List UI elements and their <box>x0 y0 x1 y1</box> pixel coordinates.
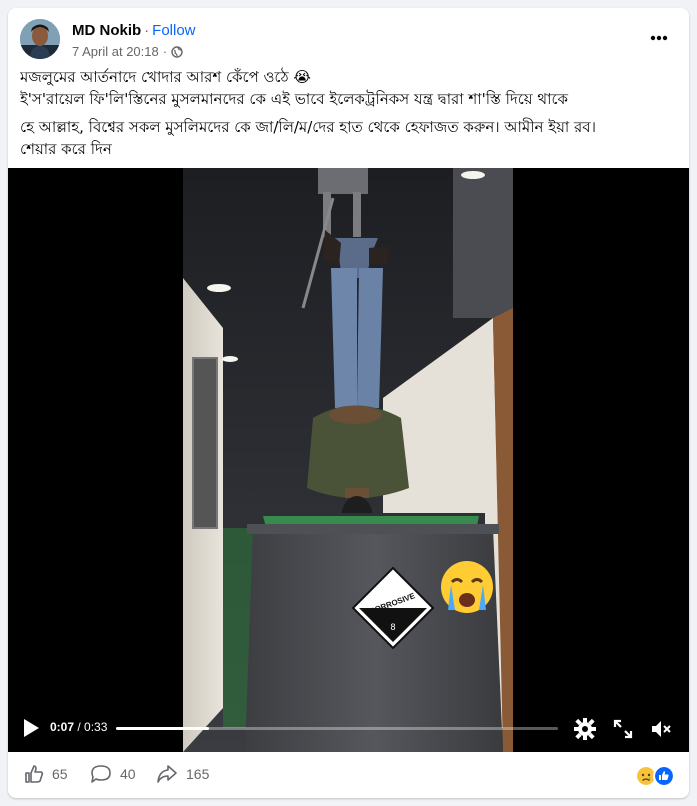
author-line: MD Nokib · Follow <box>72 22 196 39</box>
like-icon <box>25 765 44 783</box>
mute-icon[interactable] <box>649 717 673 741</box>
more-horizontal-icon <box>650 35 668 41</box>
post-text: মজলুমের আর্তনাদে খোদার আরশ কেঁপে ওঠে 😭 ই… <box>20 66 670 160</box>
reactions-summary[interactable] <box>635 765 675 787</box>
comment-icon <box>91 765 111 783</box>
share-icon <box>157 765 177 783</box>
current-time: 0:07 <box>50 720 75 734</box>
post-timestamp[interactable]: 7 April at 20:18 <box>72 44 159 59</box>
more-options-button[interactable] <box>643 24 675 52</box>
like-reaction-icon <box>653 765 675 787</box>
avatar-image <box>20 19 60 59</box>
post-text-line: ই'স'রায়েল ফি'লি'স্তিনের মুসলমানদের কে এ… <box>20 90 568 108</box>
post-meta: 7 April at 20:18 · <box>72 44 183 59</box>
like-button[interactable]: 65 <box>24 764 68 784</box>
settings-icon[interactable] <box>573 717 597 741</box>
fullscreen-icon[interactable] <box>611 717 635 741</box>
post-card: MD Nokib · Follow 7 April at 20:18 · মজলুম… <box>8 8 689 798</box>
share-count: 165 <box>186 766 210 782</box>
video-controls: 0:07 / 0:33 <box>8 706 689 752</box>
duration: 0:33 <box>84 720 108 734</box>
time-separator: / <box>74 720 85 734</box>
post-footer: 65 40 165 <box>8 752 689 798</box>
author-avatar[interactable] <box>20 19 60 59</box>
like-count: 65 <box>52 766 68 782</box>
progress-fill <box>116 727 209 730</box>
progress-bar[interactable] <box>116 727 558 730</box>
share-button[interactable]: 165 <box>156 764 209 784</box>
post-text-line: হে আল্লাহ, বিশ্বের সকল মুসলিমদের কে জা/ল… <box>20 118 596 136</box>
comment-count: 40 <box>120 766 136 782</box>
post-header: MD Nokib · Follow 7 April at 20:18 · <box>20 18 677 70</box>
play-icon[interactable] <box>22 718 40 738</box>
crying-face-emoji <box>441 561 493 613</box>
post-text-line: শেয়ার করে দিন <box>20 140 112 158</box>
video-frame-image: CORROSIVE 8 <box>183 168 513 752</box>
separator: · <box>144 22 150 39</box>
follow-button[interactable]: Follow <box>152 22 195 39</box>
globe-icon <box>171 45 183 58</box>
corrosive-number: 8 <box>390 622 395 632</box>
video-frame: CORROSIVE 8 <box>183 168 513 752</box>
comment-button[interactable]: 40 <box>90 764 136 784</box>
author-name[interactable]: MD Nokib <box>72 22 141 39</box>
video-player[interactable]: CORROSIVE 8 0:07 / 0:33 <box>8 168 689 752</box>
post-text-line: মজলুমের আর্তনাদে খোদার আরশ কেঁপে ওঠে 😭 <box>20 68 311 86</box>
separator: · <box>162 44 168 59</box>
video-time: 0:07 / 0:33 <box>50 720 107 734</box>
